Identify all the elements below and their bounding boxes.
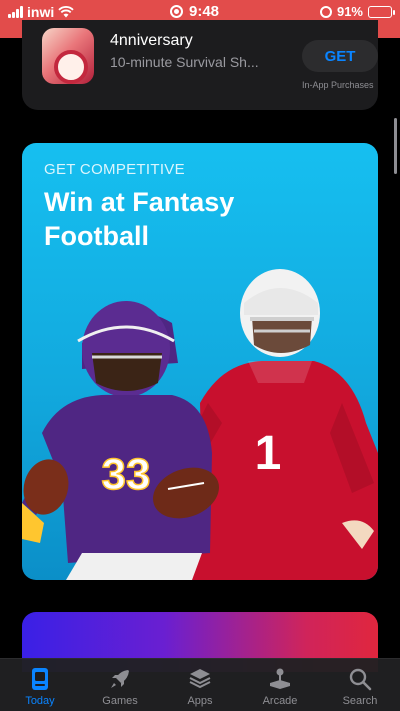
- story-headline: Win at Fantasy Football: [44, 187, 235, 251]
- jersey-number-left: 33: [102, 450, 151, 499]
- tab-games[interactable]: Games: [80, 659, 160, 711]
- vikings-player: 33: [22, 301, 212, 580]
- status-time: 9:48: [189, 3, 220, 20]
- time-group: 9:48: [170, 3, 219, 20]
- screen-recording-icon: [170, 5, 183, 18]
- jersey-number-right: 1: [255, 427, 282, 480]
- tab-bar: Today Games Apps Arcade Search: [0, 658, 400, 711]
- tab-label-arcade: Arcade: [262, 695, 298, 707]
- app-subtitle: 10-minute Survival Sh...: [110, 54, 259, 70]
- battery-icon: [368, 5, 395, 18]
- search-icon: [349, 668, 372, 691]
- today-icon: [32, 668, 48, 690]
- app-name: 4nniversary: [110, 32, 193, 49]
- story-eyebrow: GET COMPETITIVE: [44, 161, 185, 178]
- football-players-illustration: 33 1: [22, 269, 378, 580]
- tab-apps[interactable]: Apps: [160, 659, 240, 711]
- tab-today[interactable]: Today: [0, 659, 80, 711]
- scroll-indicator[interactable]: [394, 118, 397, 174]
- previous-app-card[interactable]: 4nniversary 10-minute Survival Sh... GET…: [22, 20, 378, 110]
- carrier-name: inwi: [27, 4, 55, 20]
- tab-search[interactable]: Search: [320, 659, 400, 711]
- get-button[interactable]: GET: [302, 40, 378, 72]
- rotation-lock-icon: [319, 5, 332, 18]
- apps-stack-icon: [189, 669, 211, 689]
- in-app-purchases-note: In-App Purchases: [302, 80, 374, 90]
- carrier-group: inwi: [8, 4, 74, 20]
- battery-percent: 91%: [336, 4, 363, 19]
- rocket-icon: [111, 670, 129, 688]
- joystick-icon: [270, 668, 290, 689]
- tab-label-today: Today: [25, 695, 55, 707]
- signal-icon: [8, 6, 23, 18]
- app-icon[interactable]: [42, 28, 94, 84]
- tab-arcade[interactable]: Arcade: [240, 659, 320, 711]
- wifi-icon: [58, 6, 74, 18]
- tab-label-search: Search: [342, 695, 378, 707]
- battery-group: 91%: [319, 4, 395, 19]
- tab-label-games: Games: [102, 695, 138, 707]
- featured-story-card[interactable]: GET COMPETITIVE Win at Fantasy Football …: [22, 143, 378, 580]
- tab-label-apps: Apps: [187, 695, 213, 707]
